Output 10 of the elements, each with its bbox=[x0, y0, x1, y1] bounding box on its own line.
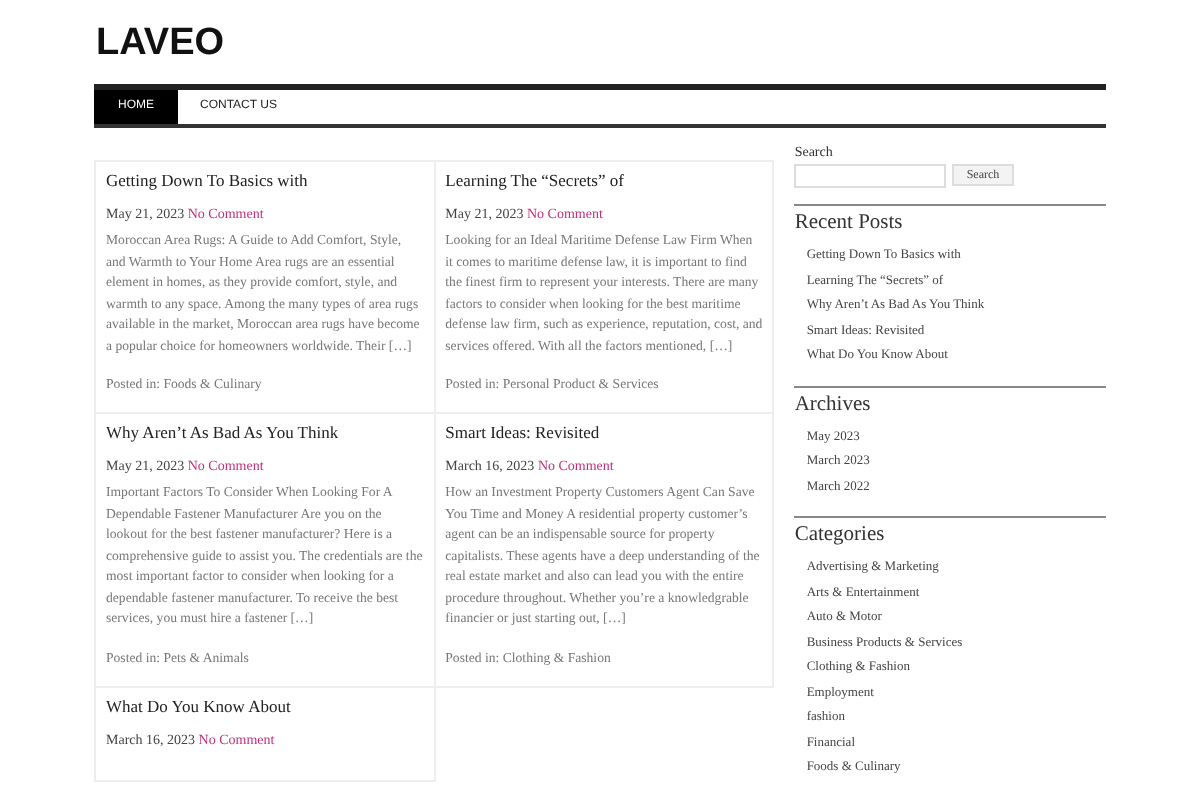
post-title[interactable]: Getting Down To Basics with bbox=[106, 170, 424, 190]
widget-title: Recent Posts bbox=[794, 212, 905, 234]
post-title[interactable]: What Do You Know About bbox=[106, 696, 424, 717]
site-title[interactable]: LAVEO bbox=[94, 0, 225, 84]
post-title[interactable]: Why Aren’t As Bad As You Think bbox=[106, 422, 424, 443]
search-field[interactable] bbox=[794, 164, 947, 188]
widget-title: Archives bbox=[794, 393, 873, 415]
widget-title: Categories bbox=[794, 524, 887, 546]
post-title[interactable]: Learning The “Secrets” of bbox=[445, 170, 763, 190]
post-title[interactable]: Smart Ideas: Revisited bbox=[445, 422, 763, 443]
